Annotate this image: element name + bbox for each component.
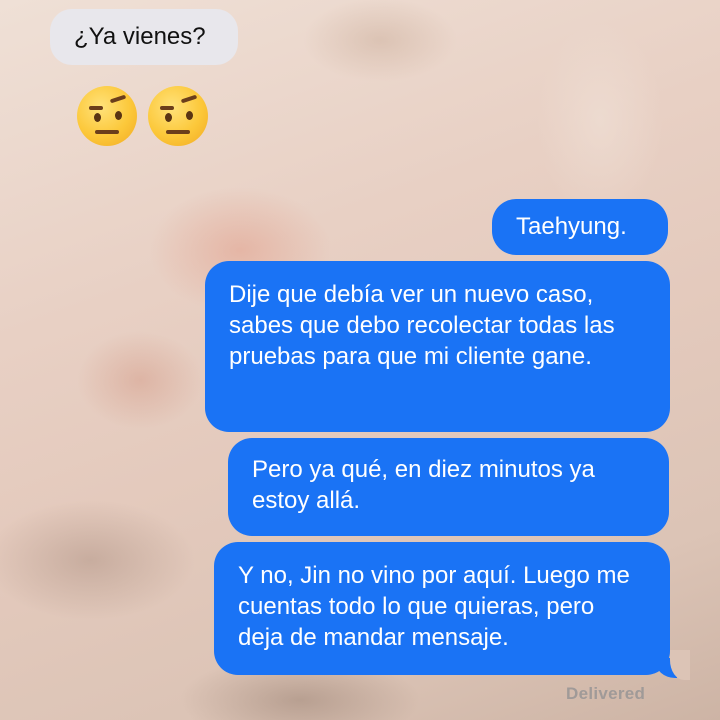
delivery-status: Delivered [566, 684, 646, 703]
outgoing-message-bubble[interactable]: Dije que debía ver un nuevo caso, sabes … [205, 261, 670, 432]
outgoing-message-bubble[interactable]: Pero ya qué, en diez minutos ya estoy al… [228, 438, 669, 536]
face-with-raised-eyebrow-icon [77, 86, 137, 146]
face-with-raised-eyebrow-icon [148, 86, 208, 146]
outgoing-message-bubble[interactable]: Taehyung. [492, 199, 668, 255]
incoming-message-bubble[interactable]: ¿Ya vienes? [50, 9, 238, 65]
outgoing-message-bubble[interactable]: Y no, Jin no vino por aquí. Luego me cue… [214, 542, 670, 675]
